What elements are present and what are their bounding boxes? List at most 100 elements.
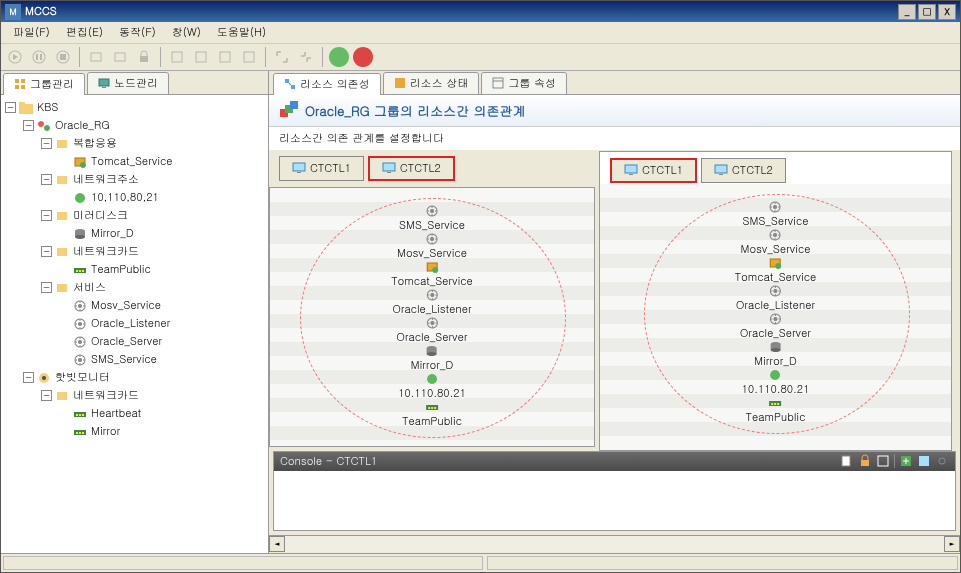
- tree-resource[interactable]: Mosv_Service: [59, 297, 264, 315]
- monitor-icon: [98, 77, 110, 89]
- tree-resource[interactable]: Mirror: [59, 423, 264, 441]
- dependency-diagram-right[interactable]: CTCTL1 CTCTL2 SMS_Service: [599, 151, 952, 451]
- tool-node2-icon[interactable]: [110, 47, 130, 67]
- tree-hotbit-nc[interactable]: − 네트워크카드: [41, 387, 264, 405]
- tree-resource[interactable]: 10,110,80,21: [59, 189, 264, 207]
- collapse-icon[interactable]: −: [41, 390, 52, 401]
- tree-resource[interactable]: TeamPublic: [59, 261, 264, 279]
- tool-status-red-icon[interactable]: [353, 47, 373, 67]
- resource-node[interactable]: Oracle_Server: [396, 316, 467, 345]
- resource-node[interactable]: TeamPublic: [746, 396, 806, 425]
- tab-resource-dependency[interactable]: 리소스 의존성: [273, 73, 381, 95]
- tree-category[interactable]: − 네트워크카드: [41, 243, 264, 261]
- node-button-ctctl1-right[interactable]: CTCTL1: [610, 158, 697, 183]
- collapse-icon[interactable]: −: [41, 138, 52, 149]
- tool-lock-icon[interactable]: [134, 47, 154, 67]
- tool-action4-icon[interactable]: [239, 47, 259, 67]
- console-copy-icon[interactable]: [840, 454, 854, 468]
- collapse-icon[interactable]: −: [5, 102, 16, 113]
- tool-action3-icon[interactable]: [215, 47, 235, 67]
- resource-node[interactable]: SMS_Service: [743, 200, 809, 229]
- resource-label: 10.110.80.21: [742, 382, 810, 397]
- resource-node[interactable]: SMS_Service: [399, 204, 465, 233]
- resource-node[interactable]: Mosv_Service: [397, 232, 467, 261]
- tree-category[interactable]: − 미러디스크: [41, 207, 264, 225]
- tree-resource[interactable]: Mirror_D: [59, 225, 264, 243]
- tree-view[interactable]: − KBS − Oracle_RG − 복합응용 Tomcat_Ser: [1, 95, 268, 553]
- horizontal-scrollbar[interactable]: ◄ ►: [269, 535, 960, 553]
- console-window-icon[interactable]: [917, 454, 931, 468]
- tree-group-oracle-rg[interactable]: − Oracle_RG: [23, 117, 264, 135]
- menu-help[interactable]: 도움말(H): [209, 23, 274, 42]
- content-header: Oracle_RG 그룹의 리소스간 의존관계: [269, 95, 960, 127]
- tree-category[interactable]: − 복합응용: [41, 135, 264, 153]
- console-settings-icon[interactable]: [935, 454, 949, 468]
- resource-node[interactable]: Tomcat_Service: [391, 260, 473, 289]
- resource-node[interactable]: Tomcat_Service: [735, 256, 817, 285]
- menu-action[interactable]: 동작(F): [111, 23, 164, 42]
- node-button-ctctl2[interactable]: CTCTL2: [368, 156, 455, 181]
- left-tab-strip: 그룹관리 노드관리: [1, 71, 268, 95]
- collapse-icon[interactable]: −: [41, 282, 52, 293]
- tool-pause-icon[interactable]: [29, 47, 49, 67]
- tree-category[interactable]: − 서비스: [41, 279, 264, 297]
- resource-node[interactable]: Mirror_D: [411, 344, 454, 373]
- resource-node[interactable]: Oracle_Listener: [736, 284, 815, 313]
- resource-node[interactable]: TeamPublic: [402, 400, 462, 429]
- app-icon: M: [5, 4, 21, 20]
- dependency-diagram-left[interactable]: SMS_Service Mosv_Service Tomcat_Service …: [269, 187, 595, 447]
- tree-resource[interactable]: SMS_Service: [59, 351, 264, 369]
- tool-action2-icon[interactable]: [191, 47, 211, 67]
- tool-play-icon[interactable]: [5, 47, 25, 67]
- tab-node-management[interactable]: 노드관리: [87, 72, 169, 94]
- collapse-icon[interactable]: −: [41, 210, 52, 221]
- tab-resource-status[interactable]: 리소스 상태: [383, 72, 480, 94]
- close-button[interactable]: X: [938, 4, 956, 20]
- folder-icon: [18, 101, 34, 115]
- tree-root-kbs[interactable]: − KBS: [5, 99, 264, 117]
- tree-resource[interactable]: Heartbeat: [59, 405, 264, 423]
- minimize-button[interactable]: _: [898, 4, 916, 20]
- tool-status-green-icon[interactable]: [329, 47, 349, 67]
- scroll-right-icon[interactable]: ►: [944, 536, 960, 552]
- console-lock-icon[interactable]: [858, 454, 872, 468]
- maximize-button[interactable]: □: [918, 4, 936, 20]
- tree-category[interactable]: − 네트워크주소: [41, 171, 264, 189]
- tool-expand-icon[interactable]: [272, 47, 292, 67]
- collapse-icon[interactable]: −: [41, 174, 52, 185]
- tool-action1-icon[interactable]: [167, 47, 187, 67]
- collapse-icon[interactable]: −: [23, 120, 34, 131]
- collapse-icon[interactable]: −: [41, 246, 52, 257]
- tool-stop-icon[interactable]: [53, 47, 73, 67]
- resource-node[interactable]: 10.110.80.21: [398, 372, 466, 401]
- node-button-ctctl2-right[interactable]: CTCTL2: [701, 158, 786, 183]
- tree-resource[interactable]: Tomcat_Service: [59, 153, 264, 171]
- resource-node[interactable]: Oracle_Server: [740, 312, 811, 341]
- separator: [894, 454, 895, 468]
- toolbar-separator: [160, 47, 161, 67]
- menu-window[interactable]: 창(W): [164, 23, 209, 42]
- scroll-track[interactable]: [285, 536, 944, 552]
- resource-node[interactable]: 10.110.80.21: [742, 368, 810, 397]
- console-body[interactable]: [274, 471, 955, 530]
- node-button-ctctl1[interactable]: CTCTL1: [279, 156, 364, 181]
- scroll-left-icon[interactable]: ◄: [269, 536, 285, 552]
- tab-group-management[interactable]: 그룹관리: [3, 73, 85, 95]
- tree-resource[interactable]: Oracle_Server: [59, 333, 264, 351]
- tab-group-properties[interactable]: 그룹 속성: [481, 72, 567, 94]
- box-icon: [54, 245, 70, 259]
- collapse-icon[interactable]: −: [23, 372, 34, 383]
- resource-icon: [424, 372, 440, 386]
- tool-node1-icon[interactable]: [86, 47, 106, 67]
- tree-hotbit-monitor[interactable]: − 핫빗모니터: [23, 369, 264, 387]
- resource-icon: [72, 191, 88, 205]
- console-clear-icon[interactable]: [876, 454, 890, 468]
- tree-resource[interactable]: Oracle_Listener: [59, 315, 264, 333]
- resource-node[interactable]: Mirror_D: [754, 340, 797, 369]
- menu-file[interactable]: 파일(F): [5, 23, 58, 42]
- console-add-icon[interactable]: [899, 454, 913, 468]
- tool-collapse-icon[interactable]: [296, 47, 316, 67]
- menu-edit[interactable]: 편집(E): [58, 23, 111, 42]
- resource-node[interactable]: Mosv_Service: [741, 228, 811, 257]
- resource-node[interactable]: Oracle_Listener: [392, 288, 471, 317]
